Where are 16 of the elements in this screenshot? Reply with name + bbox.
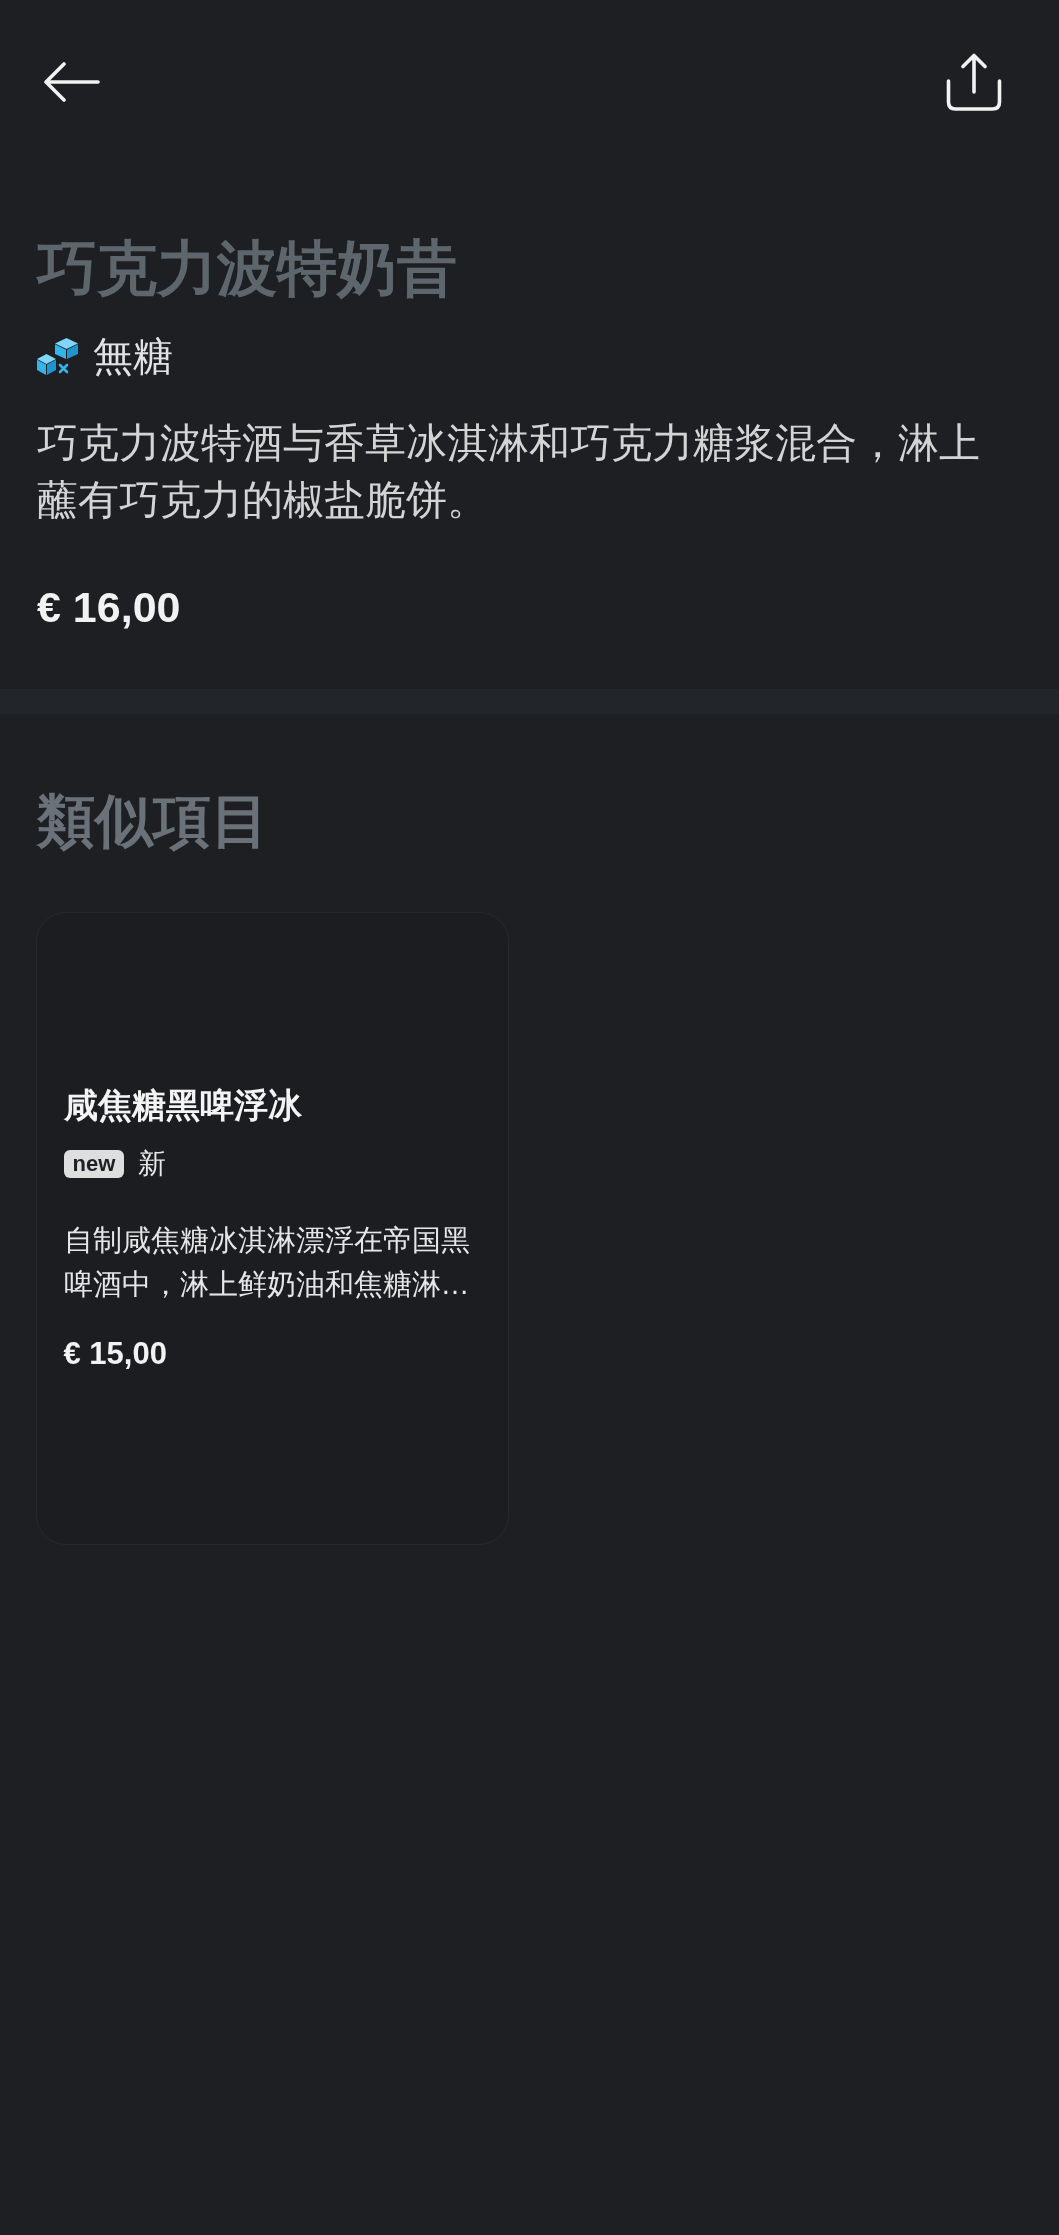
card-price: € 15,00 (63, 1335, 167, 1373)
share-icon (945, 53, 1003, 111)
card-title: 咸焦糖黑啤浮冰 (63, 1085, 302, 1126)
cubes-icon (37, 337, 78, 375)
share-button[interactable] (945, 53, 1003, 111)
card-description: 自制咸焦糖冰淇淋漂浮在帝国黑啤酒中，淋上鲜奶油和焦糖淋… (63, 1223, 471, 1302)
product-price: € 16,00 (37, 582, 181, 633)
badge: new (63, 1150, 125, 1178)
tag-label: 新 (138, 1147, 167, 1181)
section-heading: 類似項目 (36, 787, 269, 855)
back-arrow-icon (43, 62, 100, 102)
product-description: 巧克力波特酒与香草冰淇淋和巧克力糖浆混合，淋上蘸有巧克力的椒盐脆饼。 (37, 419, 981, 525)
product-title: 巧克力波特奶昔 (37, 234, 457, 304)
product-card[interactable]: 咸焦糖黑啤浮冰 new 新 自制咸焦糖冰淇淋漂浮在帝国黑啤酒中，淋上鲜奶油和焦糖淋… € 15,00 (36, 912, 509, 1545)
tag-label: 無糖 (93, 333, 173, 380)
back-button[interactable] (43, 62, 100, 102)
